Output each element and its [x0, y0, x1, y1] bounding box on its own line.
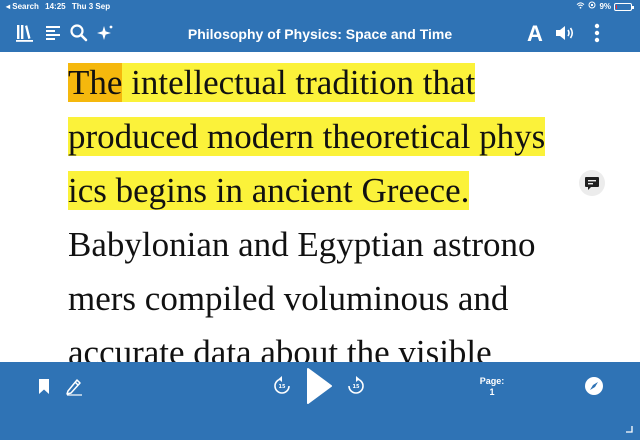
player-bar: 15 15 Page: 1 [0, 362, 640, 440]
battery-percentage: 9% [599, 2, 611, 11]
skip-back-button[interactable]: 15 [270, 374, 294, 398]
sparkle-icon[interactable] [92, 20, 118, 46]
skip-forward-icon: 15 [348, 376, 364, 394]
status-time: 14:25 [45, 2, 66, 11]
speaker-icon[interactable] [552, 20, 578, 46]
highlighted-text[interactable]: ics begins in ancient Greece. [68, 171, 470, 210]
reader-toolbar: Philosophy of Physics: Space and Time A [0, 16, 640, 52]
orientation-lock-icon [588, 0, 596, 14]
comment-icon [585, 176, 599, 190]
library-icon[interactable] [12, 20, 38, 46]
comment-button[interactable] [579, 170, 605, 196]
page-label: Page: [479, 376, 505, 386]
text-line-5: mers compiled voluminous and [68, 272, 588, 326]
body-text[interactable]: mers compiled voluminous and [68, 279, 508, 318]
bookmark-icon[interactable] [36, 374, 52, 398]
text-line-4: Babylonian and Egyptian astrono [68, 218, 588, 272]
status-bar: ◂ Search 14:25 Thu 3 Sep 9% [0, 0, 640, 14]
status-date: Thu 3 Sep [71, 2, 111, 11]
page-number[interactable]: 1 [472, 387, 512, 398]
top-bar: ◂ Search 14:25 Thu 3 Sep 9% Philosophy o… [0, 0, 640, 52]
status-right: 9% [576, 0, 634, 14]
text-line-3: ics begins in ancient Greece. [68, 164, 588, 218]
battery-icon [614, 3, 634, 11]
skip-back-seconds: 15 [279, 384, 286, 390]
search-icon[interactable] [66, 20, 92, 46]
skip-forward-button[interactable]: 15 [344, 374, 368, 398]
compass-icon[interactable] [582, 374, 606, 398]
table-of-contents-icon[interactable] [40, 20, 66, 46]
text-line-2: produced modern theoretical phys [68, 110, 588, 164]
reading-pane[interactable]: The intellectual tradition that produced… [68, 56, 588, 372]
font-settings-button[interactable]: A [523, 20, 547, 48]
battery-level-fill [616, 5, 617, 9]
play-icon [307, 368, 332, 404]
back-to-search-link[interactable]: ◂ Search [6, 2, 39, 11]
highlighted-text[interactable]: intellectual tradition that [122, 63, 476, 102]
status-left: ◂ Search 14:25 Thu 3 Sep [6, 0, 114, 14]
play-button[interactable] [304, 368, 334, 404]
book-title: Philosophy of Physics: Space and Time [187, 26, 453, 42]
highlighted-text[interactable]: produced modern theoretical phys [68, 117, 546, 156]
current-spoken-word[interactable]: The [68, 63, 123, 102]
body-text[interactable]: Babylonian and Egyptian astrono [68, 225, 536, 264]
wifi-icon [576, 0, 585, 14]
text-line-1: The intellectual tradition that [68, 56, 588, 110]
highlighter-pen-icon[interactable] [62, 374, 86, 398]
resize-handle-icon[interactable] [624, 424, 634, 434]
skip-back-icon: 15 [274, 376, 290, 394]
skip-forward-seconds: 15 [353, 384, 360, 390]
more-vertical-icon[interactable] [584, 20, 610, 46]
